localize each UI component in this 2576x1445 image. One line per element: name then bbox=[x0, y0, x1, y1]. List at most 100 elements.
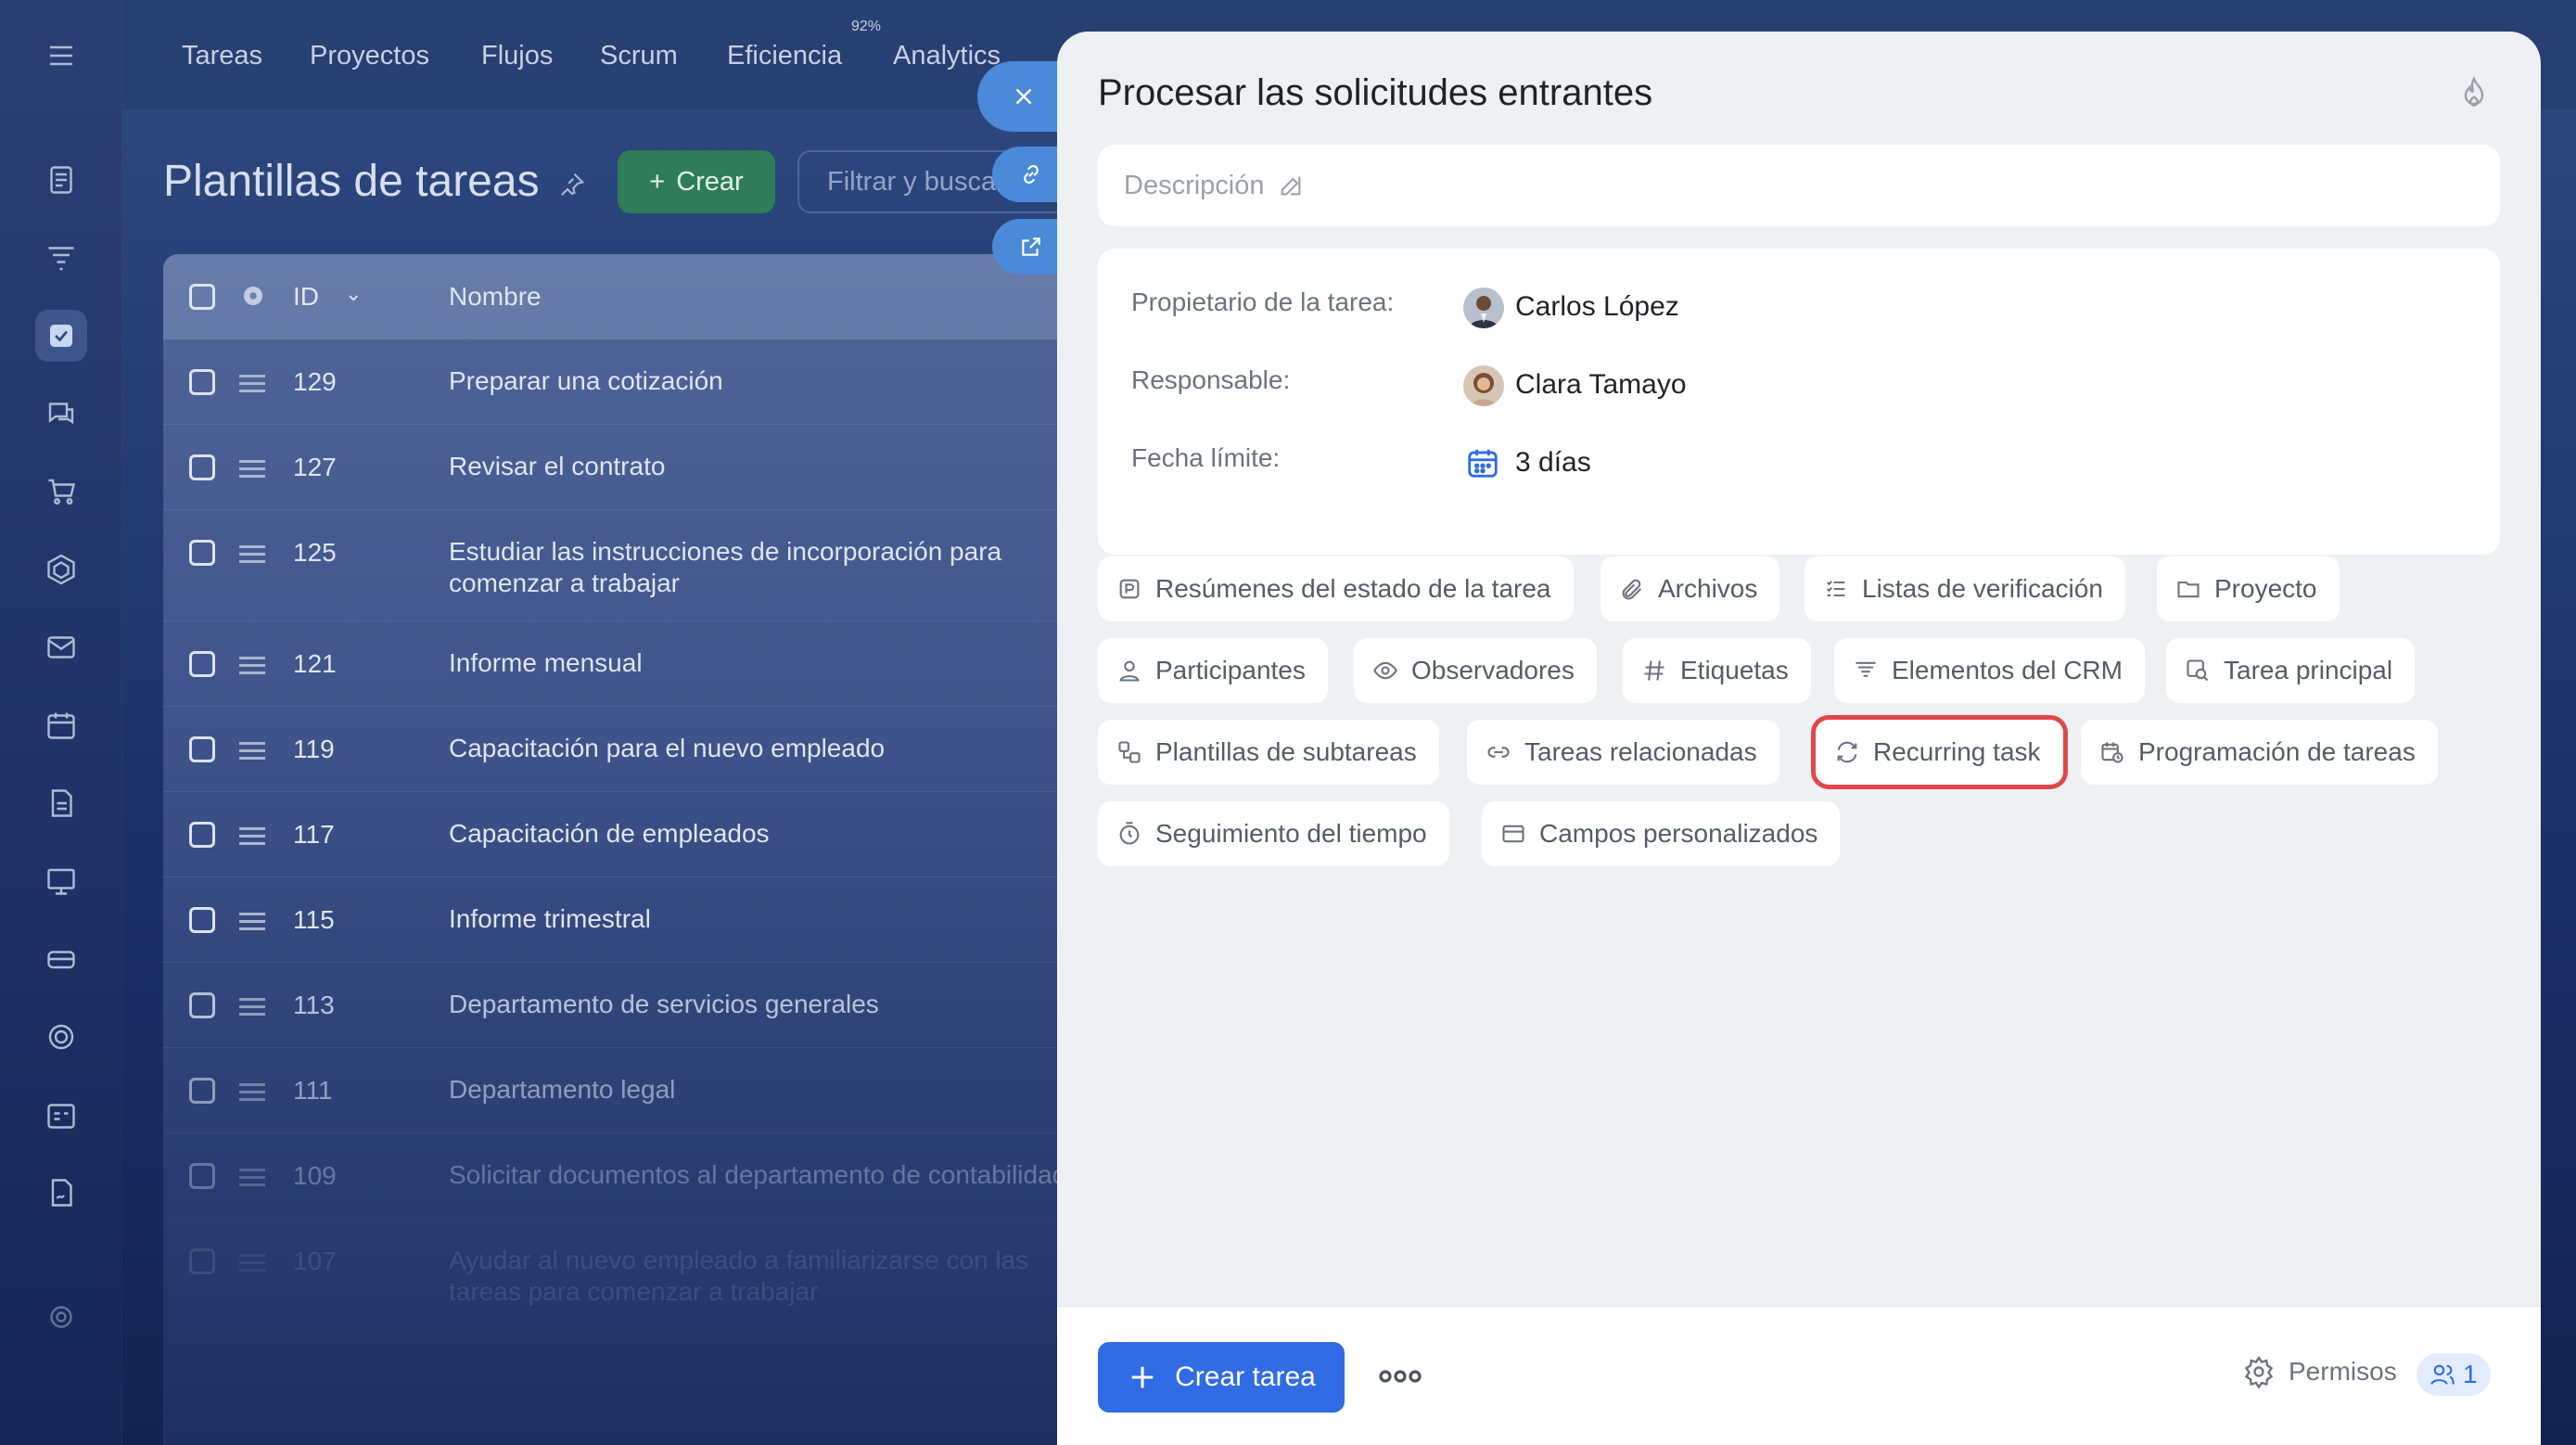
row-menu-icon[interactable] bbox=[239, 657, 265, 674]
funnel-icon[interactable] bbox=[35, 232, 87, 284]
owner-avatar[interactable] bbox=[1463, 288, 1504, 328]
sort-chevron-icon[interactable]: ⌄ bbox=[345, 282, 362, 306]
flame-icon[interactable] bbox=[2457, 74, 2491, 111]
table-row[interactable]: 119 Capacitación para el nuevo empleado bbox=[163, 707, 1090, 792]
row-checkbox[interactable] bbox=[189, 1078, 215, 1104]
row-name[interactable]: Informe mensual bbox=[449, 647, 1090, 679]
create-template-button[interactable]: + Crear bbox=[618, 150, 775, 213]
deadline-value[interactable]: 3 días bbox=[1515, 447, 1591, 479]
chip-checklists[interactable]: Listas de verificación bbox=[1804, 556, 2125, 621]
chip-files[interactable]: Archivos bbox=[1600, 556, 1780, 621]
permissions-button[interactable]: Permisos bbox=[2242, 1355, 2397, 1388]
owner-name[interactable]: Carlos López bbox=[1515, 291, 1679, 323]
row-checkbox[interactable] bbox=[189, 454, 215, 480]
chip-parent-task[interactable]: Tarea principal bbox=[2166, 638, 2416, 703]
create-task-button[interactable]: Crear tarea bbox=[1098, 1342, 1345, 1413]
responsible-name[interactable]: Clara Tamayo bbox=[1515, 369, 1687, 401]
chip-subtask-templates[interactable]: Plantillas de subtareas bbox=[1098, 720, 1439, 785]
gear-icon[interactable] bbox=[239, 282, 267, 310]
cart-icon[interactable] bbox=[35, 466, 87, 518]
row-checkbox[interactable] bbox=[189, 907, 215, 933]
table-row[interactable]: 113 Departamento de servicios generales bbox=[163, 963, 1090, 1048]
users-count-badge[interactable]: 1 bbox=[2417, 1353, 2491, 1396]
row-name[interactable]: Ayudar al nuevo empleado a familiarizars… bbox=[449, 1245, 1090, 1308]
chip-custom-fields[interactable]: Campos personalizados bbox=[1482, 801, 1841, 866]
row-checkbox[interactable] bbox=[189, 369, 215, 395]
presentation-icon[interactable] bbox=[35, 855, 87, 907]
table-row[interactable]: 115 Informe trimestral bbox=[163, 877, 1090, 963]
row-name[interactable]: Capacitación de empleados bbox=[449, 818, 1090, 850]
chip-status-summaries[interactable]: Resúmenes del estado de la tarea bbox=[1098, 556, 1574, 621]
row-name[interactable]: Departamento legal bbox=[449, 1074, 1090, 1106]
row-menu-icon[interactable] bbox=[239, 998, 265, 1016]
row-name[interactable]: Departamento de servicios generales bbox=[449, 989, 1090, 1020]
nav-analytics[interactable]: Analytics bbox=[893, 41, 1001, 71]
responsible-avatar[interactable] bbox=[1463, 365, 1504, 406]
description-field[interactable]: Descripción bbox=[1098, 145, 2500, 226]
signed-document-icon[interactable] bbox=[35, 1167, 87, 1219]
chip-observers[interactable]: Observadores bbox=[1354, 638, 1597, 703]
mail-icon[interactable] bbox=[35, 621, 87, 673]
nav-efficiency[interactable]: Eficiencia bbox=[727, 41, 842, 71]
row-menu-icon[interactable] bbox=[239, 375, 265, 392]
chip-project[interactable]: Proyecto bbox=[2157, 556, 2340, 621]
column-name[interactable]: Nombre bbox=[449, 282, 542, 312]
row-menu-icon[interactable] bbox=[239, 913, 265, 930]
more-options-icon[interactable] bbox=[1378, 1364, 1422, 1388]
table-row[interactable]: 127 Revisar el contrato bbox=[163, 425, 1090, 510]
pin-icon[interactable] bbox=[558, 171, 586, 198]
row-checkbox[interactable] bbox=[189, 1248, 215, 1274]
table-row[interactable]: 117 Capacitación de empleados bbox=[163, 792, 1090, 877]
nav-scrum[interactable]: Scrum bbox=[600, 41, 678, 71]
chat-icon[interactable] bbox=[35, 388, 87, 440]
document-icon[interactable] bbox=[35, 777, 87, 829]
drive-icon[interactable] bbox=[35, 933, 87, 985]
settings-icon[interactable] bbox=[35, 1291, 87, 1343]
row-checkbox[interactable] bbox=[189, 736, 215, 762]
chip-crm-items[interactable]: Elementos del CRM bbox=[1834, 638, 2145, 703]
row-menu-icon[interactable] bbox=[239, 827, 265, 845]
row-checkbox[interactable] bbox=[189, 822, 215, 848]
row-checkbox[interactable] bbox=[189, 992, 215, 1018]
table-row[interactable]: 125 Estudiar las instrucciones de incorpo… bbox=[163, 510, 1090, 621]
schedule-icon[interactable] bbox=[35, 1089, 87, 1141]
table-row[interactable]: 111 Departamento legal bbox=[163, 1048, 1090, 1133]
nav-flows[interactable]: Flujos bbox=[481, 41, 553, 71]
chip-participants[interactable]: Participantes bbox=[1098, 638, 1328, 703]
row-menu-icon[interactable] bbox=[239, 742, 265, 760]
close-panel-button[interactable] bbox=[977, 61, 1070, 132]
row-menu-icon[interactable] bbox=[239, 545, 265, 563]
hexagon-icon[interactable] bbox=[35, 543, 87, 595]
menu-icon[interactable] bbox=[35, 30, 87, 82]
row-menu-icon[interactable] bbox=[239, 1169, 265, 1186]
row-name[interactable]: Revisar el contrato bbox=[449, 451, 1090, 482]
row-name[interactable]: Estudiar las instrucciones de incorporac… bbox=[449, 536, 1090, 599]
row-checkbox[interactable] bbox=[189, 651, 215, 677]
table-row[interactable]: 109 Solicitar documentos al departamento … bbox=[163, 1133, 1090, 1219]
row-name[interactable]: Capacitación para el nuevo empleado bbox=[449, 733, 1090, 764]
chip-time-tracking[interactable]: Seguimiento del tiempo bbox=[1098, 801, 1449, 866]
row-name[interactable]: Preparar una cotización bbox=[449, 365, 1090, 397]
select-all-checkbox[interactable] bbox=[189, 284, 215, 310]
tasks-icon[interactable] bbox=[35, 310, 87, 362]
row-menu-icon[interactable] bbox=[239, 1254, 265, 1272]
column-id[interactable]: ID bbox=[293, 282, 319, 312]
nav-tasks[interactable]: Tareas bbox=[182, 41, 262, 71]
chip-task-scheduling[interactable]: Programación de tareas bbox=[2081, 720, 2438, 785]
row-menu-icon[interactable] bbox=[239, 1083, 265, 1101]
row-menu-icon[interactable] bbox=[239, 460, 265, 478]
chip-recurring-task[interactable]: Recurring task bbox=[1816, 720, 2063, 785]
row-name[interactable]: Informe trimestral bbox=[449, 903, 1090, 935]
nav-projects[interactable]: Proyectos bbox=[310, 41, 429, 71]
panel-title[interactable]: Procesar las solicitudes entrantes bbox=[1098, 72, 1652, 114]
chip-related-tasks[interactable]: Tareas relacionadas bbox=[1467, 720, 1779, 785]
row-checkbox[interactable] bbox=[189, 1163, 215, 1189]
target-icon[interactable] bbox=[35, 1011, 87, 1063]
table-row[interactable]: 129 Preparar una cotización bbox=[163, 339, 1090, 425]
chip-tags[interactable]: Etiquetas bbox=[1623, 638, 1811, 703]
row-checkbox[interactable] bbox=[189, 540, 215, 566]
feed-icon[interactable] bbox=[35, 154, 87, 206]
row-name[interactable]: Solicitar documentos al departamento de … bbox=[449, 1159, 1090, 1191]
table-row[interactable]: 107 Ayudar al nuevo empleado a familiariz… bbox=[163, 1219, 1090, 1330]
calendar-icon[interactable] bbox=[35, 699, 87, 751]
